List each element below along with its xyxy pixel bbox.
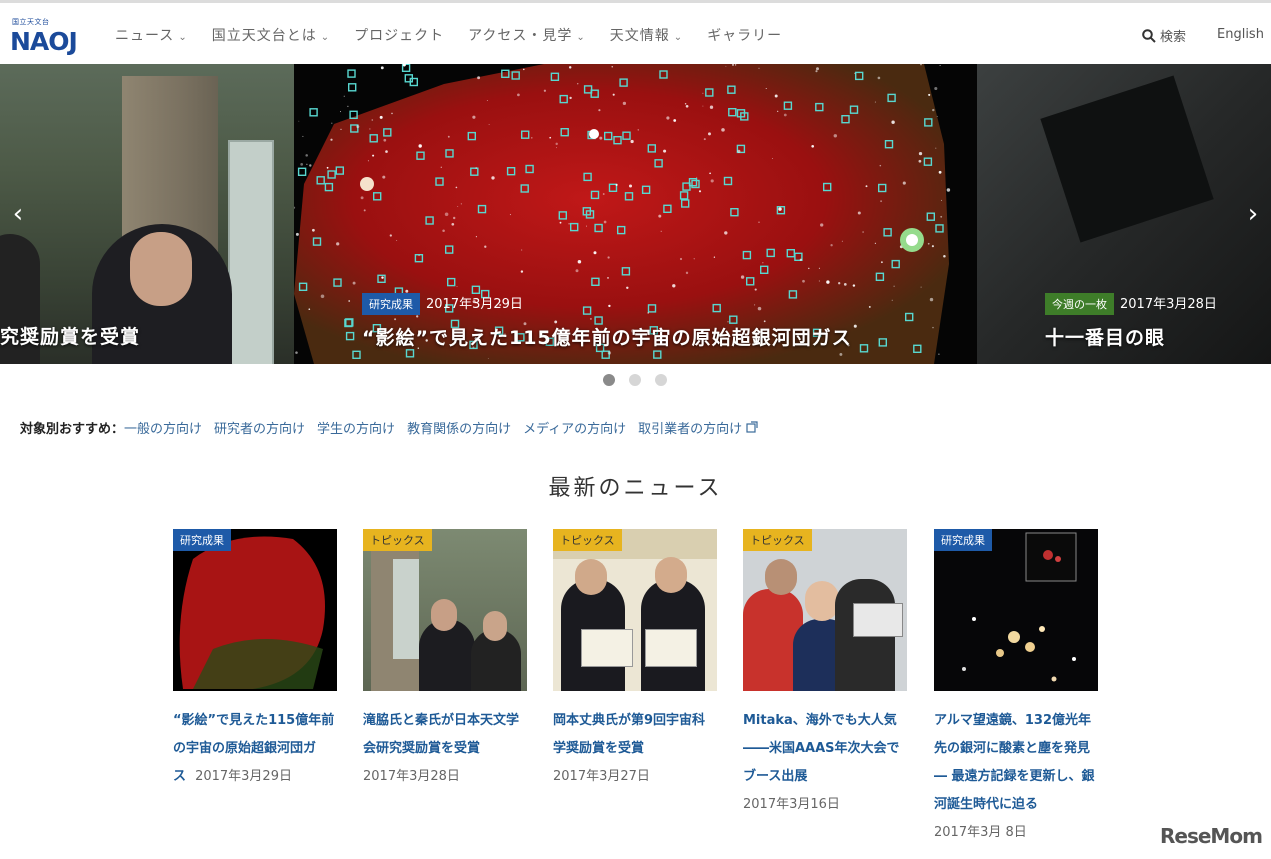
carousel-prev-button[interactable]: ‹ <box>0 194 36 234</box>
audience-vendors-link[interactable]: 取引業者の方向け <box>638 422 742 437</box>
news-date: 2017年3月27日 <box>553 769 650 784</box>
chevron-down-icon: ⌄ <box>320 32 331 43</box>
nav-astro-info[interactable]: 天文情報 ⌄ <box>610 25 683 45</box>
audience-educators-link[interactable]: 教育関係の方向け <box>407 422 511 437</box>
nav-about[interactable]: 国立天文台とは ⌄ <box>212 25 330 45</box>
audience-media-link[interactable]: メディアの方向け <box>523 422 626 437</box>
news-thumbnail[interactable]: トピックス <box>363 529 527 691</box>
slide-next-image[interactable]: 今週の一枚 2017年3月28日 十一番目の眼 <box>977 64 1271 364</box>
search-icon <box>1142 28 1156 43</box>
audience-links: 対象別おすすめ：一般の方向け 研究者の方向け 学生の方向け 教育関係の方向け メディアの… <box>20 418 758 437</box>
hero-carousel: 究奨励賞を受賞 研究成果 2017年3月29日 “影絵”で見えた115億年前の宇宙… <box>0 64 1271 364</box>
news-card[interactable]: トピックス 岡本丈典氏が第9回宇宙科学奨励賞を受賞 2017年3月27日 <box>553 529 717 791</box>
carousel-dot-3[interactable] <box>655 374 667 386</box>
news-title[interactable]: Mitaka、海外でも大人気――米国AAAS年次大会でブース出展 <box>743 707 907 791</box>
news-tag: トピックス <box>553 529 622 551</box>
news-card[interactable]: トピックス Mitaka、海外でも大人気――米国AAAS年次大会でブース出展 2… <box>743 529 907 819</box>
latest-news-heading: 最新のニュース <box>548 476 723 501</box>
carousel-dots <box>603 374 681 386</box>
news-card[interactable]: トピックス 滝脇氏と秦氏が日本天文学会研究奨励賞を受賞 2017年3月28日 <box>363 529 527 791</box>
news-tag: トピックス <box>743 529 812 551</box>
logo-text: NAOJ <box>10 27 78 56</box>
naoj-logo[interactable]: 国立天文台 NAOJ <box>10 15 92 56</box>
slide-next-caption: 今週の一枚 2017年3月28日 十一番目の眼 <box>1045 293 1217 350</box>
news-card[interactable]: 研究成果 “影絵”で見えた115億年前の宇宙の原始超銀河団ガス 2017年3月2… <box>173 529 337 791</box>
news-tag: 研究成果 <box>934 529 992 551</box>
resemom-watermark: ReseMom <box>1160 824 1263 848</box>
news-date: 2017年3月 8日 <box>934 825 1027 840</box>
slide-current-tag: 研究成果 <box>362 293 420 315</box>
chevron-down-icon: ⌄ <box>576 32 586 43</box>
slide-current-date: 2017年3月29日 <box>426 297 523 312</box>
audience-students-link[interactable]: 学生の方向け <box>317 422 395 437</box>
news-title[interactable]: 滝脇氏と秦氏が日本天文学会研究奨励賞を受賞 <box>363 707 527 763</box>
nav-projects[interactable]: プロジェクト <box>354 25 444 45</box>
slide-current-image[interactable]: 研究成果 2017年3月29日 “影絵”で見えた115億年前の宇宙の原始超銀河団ガ… <box>294 64 977 364</box>
external-link-icon <box>746 421 758 433</box>
audience-researchers-link[interactable]: 研究者の方向け <box>214 422 305 437</box>
news-date: 2017年3月29日 <box>195 769 292 784</box>
audience-general-link[interactable]: 一般の方向け <box>124 422 202 437</box>
slide-prev-image[interactable]: 究奨励賞を受賞 <box>0 64 294 364</box>
news-thumbnail[interactable]: 研究成果 <box>173 529 337 691</box>
nav-access[interactable]: アクセス・見学 ⌄ <box>468 25 586 45</box>
news-thumbnail[interactable]: 研究成果 <box>934 529 1098 691</box>
carousel-next-button[interactable]: › <box>1235 194 1271 234</box>
language-english-link[interactable]: English <box>1217 27 1264 42</box>
slide-current-title[interactable]: “影絵”で見えた115億年前の宇宙の原始超銀河団ガス <box>362 323 852 350</box>
nav-news[interactable]: ニュース ⌄ <box>115 25 188 45</box>
news-tag: トピックス <box>363 529 432 551</box>
slide-next-title[interactable]: 十一番目の眼 <box>1045 323 1217 350</box>
audience-label: 対象別おすすめ： <box>20 422 125 437</box>
chevron-down-icon: ⌄ <box>178 32 188 43</box>
search-label: 検索 <box>1160 30 1187 45</box>
main-nav: ニュース ⌄ 国立天文台とは ⌄ プロジェクト アクセス・見学 ⌄ 天文情報 ⌄ ギャラ… <box>115 25 806 45</box>
carousel-dot-2[interactable] <box>629 374 641 386</box>
news-title[interactable]: 岡本丈典氏が第9回宇宙科学奨励賞を受賞 <box>553 707 717 763</box>
carousel-dot-1[interactable] <box>603 374 615 386</box>
news-card[interactable]: 研究成果 アルマ望遠鏡、132億光年先の銀河に酸素と塵を発見 ― 最遠方記録を更… <box>934 529 1098 847</box>
news-thumbnail[interactable]: トピックス <box>553 529 717 691</box>
news-date: 2017年3月16日 <box>743 797 840 812</box>
chevron-down-icon: ⌄ <box>673 32 684 43</box>
slide-prev-title[interactable]: 究奨励賞を受賞 <box>0 322 140 349</box>
news-date: 2017年3月28日 <box>363 769 460 784</box>
nav-gallery[interactable]: ギャラリー <box>707 25 782 45</box>
news-thumbnail[interactable]: トピックス <box>743 529 907 691</box>
slide-current-caption: 研究成果 2017年3月29日 “影絵”で見えた115億年前の宇宙の原始超銀河団ガ… <box>362 293 852 350</box>
news-tag: 研究成果 <box>173 529 231 551</box>
news-title[interactable]: “影絵”で見えた115億年前の宇宙の原始超銀河団ガス 2017年3月29日 <box>173 707 337 791</box>
logo-subtitle: 国立天文台 <box>12 18 50 26</box>
slide-next-date: 2017年3月28日 <box>1120 297 1217 312</box>
site-header: 国立天文台 NAOJ ニュース ⌄ 国立天文台とは ⌄ プロジェクト アクセス・見学… <box>0 0 1271 64</box>
search-button[interactable]: 検索 <box>1142 26 1186 45</box>
news-title[interactable]: アルマ望遠鏡、132億光年先の銀河に酸素と塵を発見 ― 最遠方記録を更新し、銀河… <box>934 707 1098 819</box>
slide-next-tag: 今週の一枚 <box>1045 293 1114 315</box>
